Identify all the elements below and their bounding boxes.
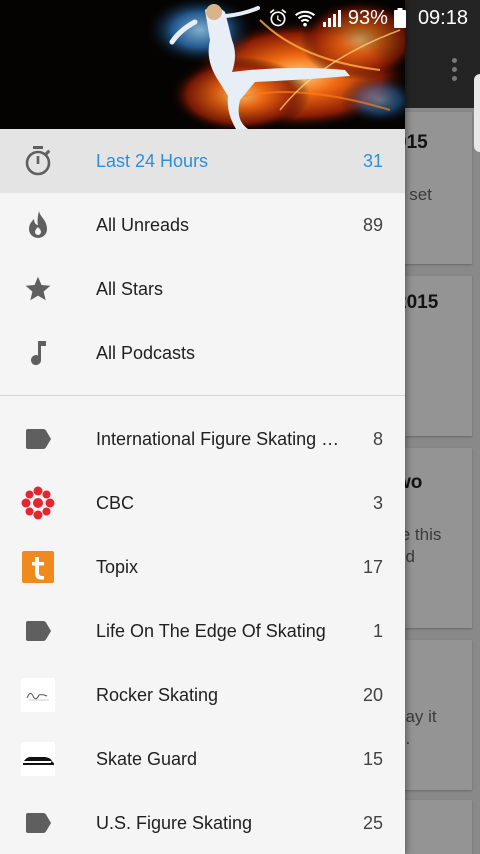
feed-label: International Figure Skating M...: [96, 428, 343, 449]
nav-label: All Stars: [96, 278, 164, 299]
feed-item[interactable]: CBC 3: [0, 471, 405, 535]
feed-item[interactable]: International Figure Skating M... 8: [0, 407, 405, 471]
star-icon: [20, 271, 56, 307]
feed-label: Topix: [96, 556, 139, 577]
unread-count: 20: [362, 684, 383, 705]
clock-time: 09:18: [417, 6, 468, 29]
unread-count: 89: [362, 214, 383, 235]
feed-label: Rocker Skating: [96, 684, 219, 705]
nav-item-all-unreads[interactable]: All Unreads 89: [0, 193, 405, 257]
nav-label: All Podcasts: [96, 342, 196, 363]
nav-item-last-24-hours[interactable]: Last 24 Hours 31: [0, 129, 405, 193]
feed-item[interactable]: Skate Guard 15: [0, 727, 405, 791]
feed-label: Life On The Edge Of Skating: [96, 620, 326, 641]
edge-panel-handle[interactable]: [474, 74, 480, 152]
divider: [0, 395, 405, 396]
nav-item-all-podcasts[interactable]: All Podcasts: [0, 321, 405, 385]
feed-label: Skate Guard: [96, 748, 198, 769]
music-note-icon: [20, 335, 56, 371]
unread-count: 17: [362, 556, 383, 577]
tag-icon: [20, 805, 56, 841]
tag-icon: [20, 613, 56, 649]
nav-item-all-stars[interactable]: All Stars: [0, 257, 405, 321]
unread-count: 15: [362, 748, 383, 769]
status-bar: 93% 09:18: [0, 0, 480, 36]
feed-item[interactable]: Topix 17: [0, 535, 405, 599]
unread-count: 25: [362, 812, 383, 833]
skate-logo-icon: [20, 741, 56, 777]
topix-logo-icon: [20, 549, 56, 585]
signal-icon: [322, 8, 342, 28]
flame-icon: [20, 207, 56, 243]
feed-label: U.S. Figure Skating: [96, 812, 253, 833]
wifi-icon: [294, 8, 316, 28]
tag-icon: [20, 421, 56, 457]
primary-nav-list: Last 24 Hours 31 All Unreads 89 All Star…: [0, 129, 405, 385]
cbc-logo-icon: [20, 485, 56, 521]
feed-label: CBC: [96, 492, 135, 513]
feed-list: International Figure Skating M... 8 CBC …: [0, 407, 405, 854]
nav-label: Last 24 Hours: [96, 150, 209, 171]
battery-percent: 93%: [347, 6, 388, 29]
unread-count: 8: [372, 428, 383, 449]
alarm-icon: [268, 8, 288, 28]
unread-count: 1: [372, 620, 383, 641]
battery-icon: [393, 8, 406, 28]
feed-item[interactable]: U.S. Figure Skating 25: [0, 791, 405, 854]
rocker-logo-icon: [20, 677, 56, 713]
feed-item[interactable]: Rocker Skating 20: [0, 663, 405, 727]
navigation-drawer: Last 24 Hours 31 All Unreads 89 All Star…: [0, 0, 405, 854]
nav-label: All Unreads: [96, 214, 190, 235]
unread-count: 3: [372, 492, 383, 513]
stopwatch-icon: [20, 143, 56, 179]
unread-count: 31: [362, 150, 383, 171]
feed-item[interactable]: Life On The Edge Of Skating 1: [0, 599, 405, 663]
